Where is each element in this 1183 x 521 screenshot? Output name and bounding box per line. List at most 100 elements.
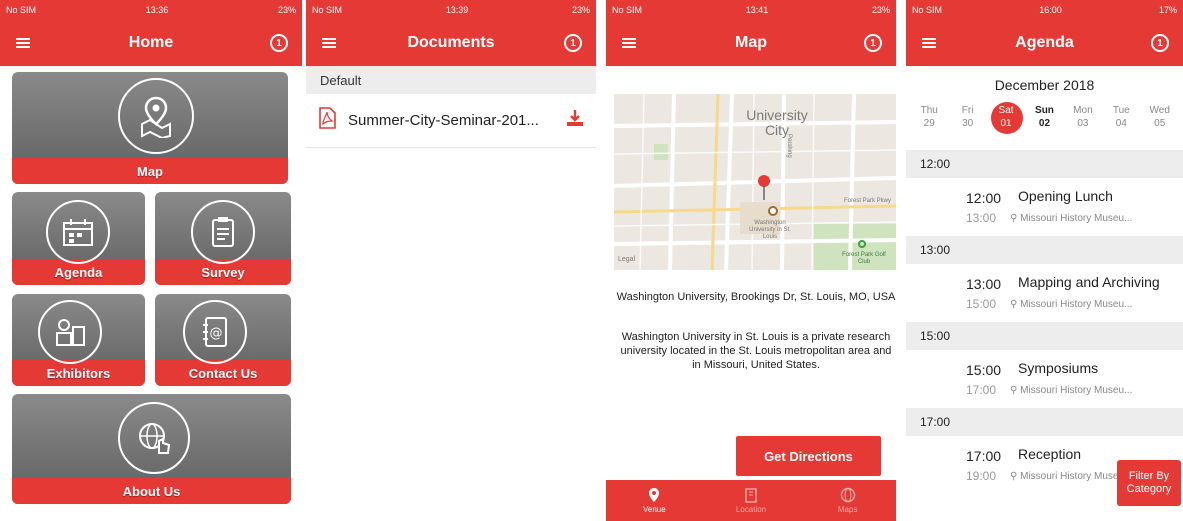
location-pin-icon: ⚲ bbox=[1010, 213, 1021, 224]
day-tue[interactable]: Tue 04 bbox=[1102, 100, 1140, 150]
agenda-event[interactable]: 15:00 Symposiums 17:00 ⚲ Missouri Histor… bbox=[906, 350, 1183, 408]
section-header: Default bbox=[306, 66, 596, 94]
map-legal-label: Legal bbox=[618, 256, 636, 263]
map-park-label: Forest Park Golf Club bbox=[842, 252, 886, 265]
day-selector: Thu 29 Fri 30 Sat 01 Sun 02 Mon 03 Tue 04 Wed 0… bbox=[906, 100, 1183, 150]
agenda-event[interactable]: 13:00 Mapping and Archiving 15:00 ⚲ Miss… bbox=[906, 264, 1183, 322]
battery: 23% bbox=[571, 5, 590, 15]
map-place-label: Washington University in St. Louis bbox=[749, 220, 791, 240]
place-marker-icon bbox=[768, 206, 778, 216]
status-bar: No SIM 13:39 23% bbox=[306, 0, 596, 20]
venue-description: Washington University in St. Louis is a … bbox=[620, 331, 892, 371]
carrier: No SIM bbox=[6, 5, 37, 15]
day-fri[interactable]: Fri 30 bbox=[948, 100, 986, 150]
exhibitors-tile[interactable]: Exhibitors bbox=[12, 294, 145, 386]
page-title: Documents bbox=[407, 34, 495, 51]
event-title: Mapping and Archiving bbox=[1018, 274, 1160, 290]
exhibitors-icon bbox=[38, 300, 102, 364]
user-icon[interactable]: 1 bbox=[862, 32, 884, 54]
document-row[interactable]: Summer-City-Seminar-201... bbox=[306, 94, 596, 148]
get-directions-button[interactable]: Get Directions bbox=[736, 436, 881, 476]
battery: 23% bbox=[277, 5, 296, 15]
about-tile-label: About Us bbox=[122, 484, 181, 499]
location-pin-icon: ⚲ bbox=[1010, 385, 1021, 396]
time-group-header: 15:00 bbox=[906, 322, 1183, 350]
filter-by-category-button[interactable]: Filter By Category bbox=[1117, 460, 1181, 506]
tab-label: Venue bbox=[642, 505, 666, 514]
exhibitors-tile-label: Exhibitors bbox=[46, 366, 111, 381]
agenda-tile-label: Agenda bbox=[54, 265, 103, 280]
tab-label: Maps bbox=[837, 505, 858, 514]
event-title: Symposiums bbox=[1018, 360, 1099, 376]
map-street-label: Pershing bbox=[786, 134, 792, 158]
home-screen: No SIM 13:36 23% Home 1 Map Agenda Surve… bbox=[0, 0, 302, 521]
event-location: ⚲ Missouri History Museu... bbox=[1010, 299, 1133, 310]
event-title: Reception bbox=[1018, 446, 1082, 462]
event-end: 19:00 bbox=[966, 469, 997, 483]
event-end: 17:00 bbox=[966, 383, 997, 397]
map-view[interactable]: University City Washington University in… bbox=[614, 94, 896, 270]
day-sun[interactable]: Sun 02 bbox=[1025, 100, 1063, 150]
agenda-screen: No SIM 16:00 17% Agenda 1 December 2018 … bbox=[906, 0, 1183, 521]
tab-location[interactable]: Location bbox=[703, 480, 800, 521]
day-thu[interactable]: Thu 29 bbox=[910, 100, 948, 150]
page-title: Map bbox=[735, 34, 767, 51]
park-marker-icon bbox=[858, 240, 866, 248]
clock: 16:00 bbox=[1039, 5, 1062, 15]
status-bar: No SIM 13:41 23% bbox=[606, 0, 896, 20]
page-title: Agenda bbox=[1015, 34, 1074, 51]
nav-bar: Home 1 bbox=[0, 20, 302, 66]
page-title: Home bbox=[128, 34, 174, 51]
clipboard-icon bbox=[191, 200, 255, 264]
event-start: 12:00 bbox=[966, 190, 1002, 206]
month-label: December 2018 bbox=[994, 77, 1095, 93]
event-end: 15:00 bbox=[966, 297, 997, 311]
menu-icon[interactable] bbox=[318, 32, 340, 54]
contact-tile[interactable]: @ Contact Us bbox=[155, 294, 291, 386]
tab-label: Location bbox=[735, 505, 767, 514]
event-location: ⚲ Missouri History Museu... bbox=[1010, 385, 1133, 396]
survey-tile[interactable]: Survey bbox=[155, 192, 291, 285]
carrier: No SIM bbox=[312, 5, 343, 15]
battery: 17% bbox=[1158, 5, 1177, 15]
agenda-icon bbox=[46, 200, 110, 264]
map-tile-label: Map bbox=[137, 164, 163, 179]
user-icon[interactable]: 1 bbox=[562, 32, 584, 54]
document-name: Summer-City-Seminar-201... bbox=[348, 112, 539, 129]
tab-venue[interactable]: Venue bbox=[606, 480, 703, 521]
user-icon[interactable]: 1 bbox=[1149, 32, 1171, 54]
contact-tile-label: Contact Us bbox=[188, 366, 258, 381]
agenda-tile[interactable]: Agenda bbox=[12, 192, 145, 285]
battery: 23% bbox=[871, 5, 890, 15]
time-group-header: 12:00 bbox=[906, 150, 1183, 178]
clock: 13:41 bbox=[745, 5, 769, 15]
status-bar: No SIM 13:36 23% bbox=[0, 0, 302, 20]
day-sat-selected[interactable]: Sat 01 bbox=[987, 100, 1025, 150]
event-location: ⚲ Missouri History Museu... bbox=[1010, 471, 1133, 482]
menu-icon[interactable] bbox=[12, 32, 34, 54]
map-pin-marker[interactable] bbox=[757, 174, 771, 205]
status-bar: No SIM 16:00 17% bbox=[906, 0, 1183, 20]
menu-icon[interactable] bbox=[918, 32, 940, 54]
clock: 13:36 bbox=[145, 5, 169, 15]
building-icon bbox=[744, 487, 758, 505]
tab-maps[interactable]: Maps bbox=[799, 480, 896, 521]
user-icon[interactable]: 1 bbox=[268, 32, 290, 54]
day-wed[interactable]: Wed 05 bbox=[1141, 100, 1179, 150]
download-icon[interactable] bbox=[566, 109, 584, 132]
pdf-icon bbox=[318, 107, 336, 134]
nav-bar: Agenda 1 bbox=[906, 20, 1183, 66]
location-pin-icon: ⚲ bbox=[1010, 299, 1021, 310]
documents-screen: No SIM 13:39 23% Documents 1 Default Sum… bbox=[306, 0, 596, 521]
time-group-header: 13:00 bbox=[906, 236, 1183, 264]
address-book-icon: @ bbox=[183, 300, 247, 364]
event-title: Opening Lunch bbox=[1018, 188, 1113, 204]
map-area-label: University City bbox=[746, 107, 808, 138]
menu-icon[interactable] bbox=[618, 32, 640, 54]
location-pin-icon: ⚲ bbox=[1010, 471, 1021, 482]
agenda-event[interactable]: 12:00 Opening Lunch 13:00 ⚲ Missouri His… bbox=[906, 178, 1183, 236]
about-tile[interactable]: About Us bbox=[12, 394, 291, 504]
day-mon[interactable]: Mon 03 bbox=[1064, 100, 1102, 150]
map-pin-icon bbox=[118, 78, 194, 154]
map-tile[interactable]: Map bbox=[12, 72, 288, 184]
